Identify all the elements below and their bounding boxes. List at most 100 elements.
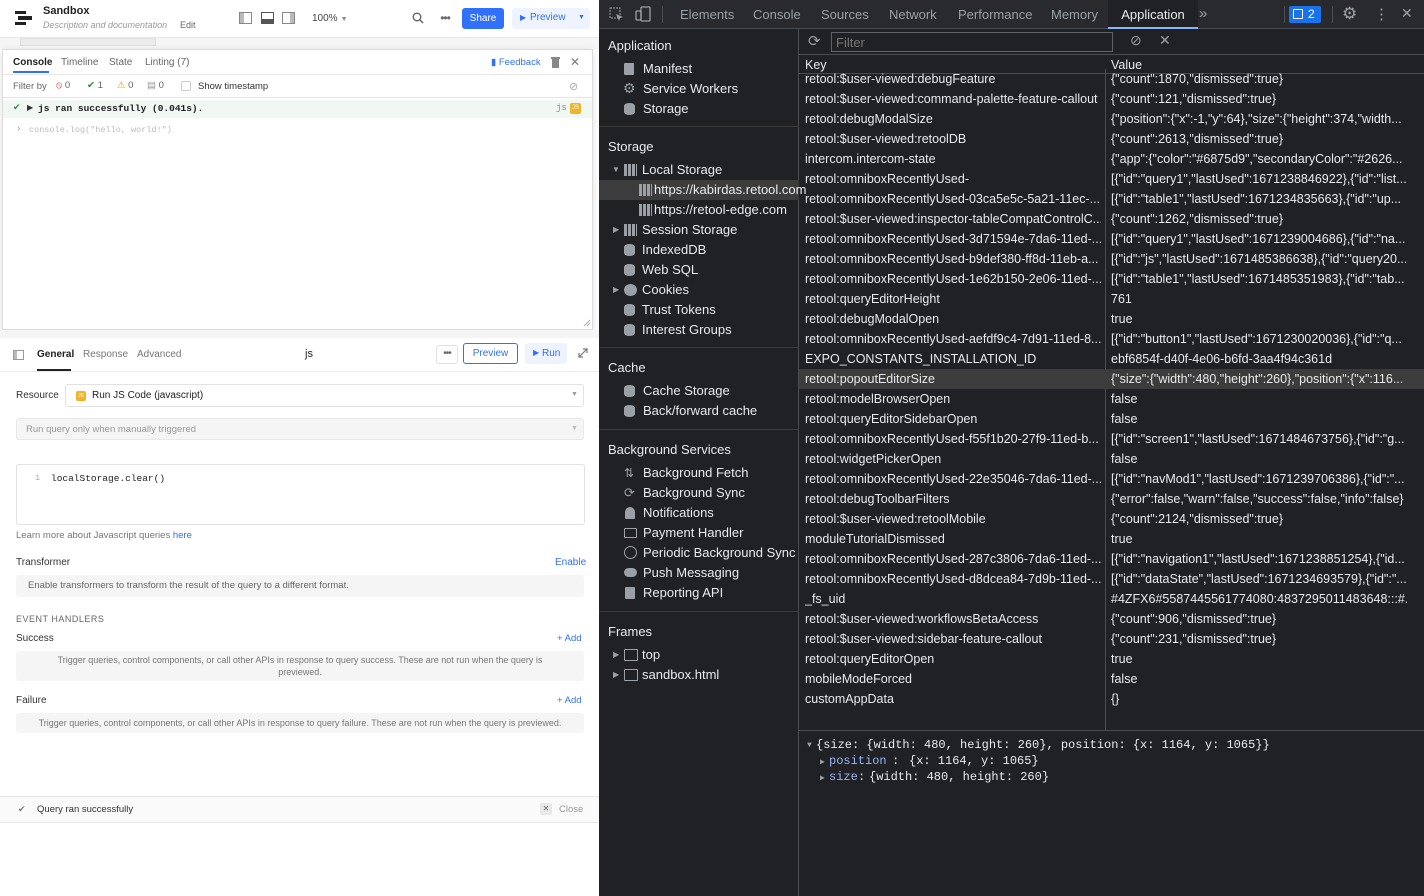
resize-handle-icon[interactable]	[583, 319, 591, 327]
table-row[interactable]: retool:omniboxRecentlyUsed-3d71594e-7da6…	[799, 229, 1424, 249]
show-timestamp-label[interactable]: Show timestamp	[198, 81, 268, 92]
table-row[interactable]: retool:$user-viewed:retoolMobile {"count"…	[799, 509, 1424, 529]
bottom-panel-toggle-icon[interactable]	[261, 12, 274, 24]
share-button[interactable]: Share	[462, 8, 504, 29]
row-value[interactable]: false	[1111, 389, 1407, 409]
table-row[interactable]: retool:modelBrowserOpen false	[799, 389, 1424, 409]
sidebar-item-payment-handler[interactable]: Payment Handler	[624, 523, 743, 543]
row-value[interactable]: [{"id":"navMod1","lastUsed":167123970638…	[1111, 469, 1407, 489]
warning-filter[interactable]: ⚠ 0	[117, 80, 133, 91]
row-value[interactable]: [{"id":"button1","lastUsed":167123002003…	[1111, 329, 1407, 349]
sidebar-item-notifications[interactable]: Notifications	[624, 503, 714, 523]
row-key[interactable]: retool:$user-viewed:command-palette-feat…	[805, 89, 1101, 109]
row-key[interactable]: retool:popoutEditorSize	[805, 369, 1101, 389]
row-key[interactable]: retool:$user-viewed:retoolMobile	[805, 509, 1101, 529]
table-row[interactable]: retool:$user-viewed:inspector-tableCompa…	[799, 209, 1424, 229]
sidebar-item-local-storage[interactable]: ▼ Local Storage	[612, 160, 722, 180]
tab-network[interactable]: Network	[889, 0, 937, 29]
table-row[interactable]: retool:widgetPickerOpen false	[799, 449, 1424, 469]
row-key[interactable]: retool:queryEditorSidebarOpen	[805, 409, 1101, 429]
row-value[interactable]: {"count":1870,"dismissed":true}	[1111, 69, 1407, 89]
caret-down-icon[interactable]: ▼	[807, 741, 812, 750]
query-name[interactable]: js	[305, 348, 313, 360]
table-row[interactable]: retool:$user-viewed:debugFeature {"count"…	[799, 69, 1424, 89]
row-key[interactable]: retool:queryEditorOpen	[805, 649, 1101, 669]
table-row[interactable]: retool:$user-viewed:workflowsBetaAccess {…	[799, 609, 1424, 629]
expand-icon[interactable]	[578, 348, 588, 358]
chevron-down-icon[interactable]: ▼	[578, 14, 585, 21]
issues-badge[interactable]: 2	[1289, 6, 1321, 23]
refresh-icon[interactable]: ⟳	[808, 32, 821, 50]
table-row[interactable]: retool:$user-viewed:retoolDB {"count":261…	[799, 129, 1424, 149]
table-row[interactable]: retool:debugToolbarFilters {"error":false…	[799, 489, 1424, 509]
close-icon[interactable]: ✕	[540, 803, 552, 815]
row-key[interactable]: retool:debugModalOpen	[805, 309, 1101, 329]
table-row[interactable]: moduleTutorialDismissed true	[799, 529, 1424, 549]
table-row[interactable]: EXPO_CONSTANTS_INSTALLATION_ID ebf6854f-d…	[799, 349, 1424, 369]
trigger-select[interactable]: Run query only when manually triggered ▼	[16, 418, 584, 440]
row-key[interactable]: retool:debugToolbarFilters	[805, 489, 1101, 509]
table-row[interactable]: retool:queryEditorOpen true	[799, 649, 1424, 669]
tab-sources[interactable]: Sources	[821, 0, 869, 29]
success-filter[interactable]: ✔ 1	[87, 80, 103, 91]
add-success-handler-button[interactable]: + Add	[557, 633, 582, 644]
sidebar-item-background-fetch[interactable]: ⇅ Background Fetch	[624, 463, 749, 483]
tab-console[interactable]: Console	[13, 57, 52, 68]
feedback-link[interactable]: ▮ Feedback	[491, 57, 541, 68]
row-key[interactable]: retool:omniboxRecentlyUsed-b9def380-ff8d…	[805, 249, 1101, 269]
table-row[interactable]: retool:queryEditorHeight 761	[799, 289, 1424, 309]
clear-all-icon[interactable]: ⊘	[1130, 32, 1142, 49]
row-key[interactable]: retool:$user-viewed:debugFeature	[805, 69, 1101, 89]
row-key[interactable]: retool:omniboxRecentlyUsed-d8dcea84-7d9b…	[805, 569, 1101, 589]
row-value[interactable]: [{"id":"query1","lastUsed":1671239004686…	[1111, 229, 1407, 249]
sidebar-item-background-sync[interactable]: ⟳ Background Sync	[624, 483, 745, 503]
preview-object[interactable]: {size: {width: 480, height: 260}, positi…	[816, 738, 1270, 752]
row-value[interactable]: [{"id":"screen1","lastUsed":167148467375…	[1111, 429, 1407, 449]
sidebar-item-interest-groups[interactable]: Interest Groups	[624, 320, 732, 340]
row-value[interactable]: {"count":2124,"dismissed":true}	[1111, 509, 1407, 529]
right-panel-toggle-icon[interactable]	[282, 12, 295, 24]
filter-input[interactable]	[831, 32, 1113, 52]
row-value[interactable]: [{"id":"query1","lastUsed":1671238846922…	[1111, 169, 1407, 189]
table-row[interactable]: retool:omniboxRecentlyUsed-22e35046-7da6…	[799, 469, 1424, 489]
row-key[interactable]: retool:omniboxRecentlyUsed-03ca5e5c-5a21…	[805, 189, 1101, 209]
sidebar-item-websql[interactable]: Web SQL	[624, 260, 698, 280]
row-key[interactable]: retool:omniboxRecentlyUsed-	[805, 169, 1101, 189]
row-value[interactable]: {"error":false,"warn":false,"success":fa…	[1111, 489, 1407, 509]
table-row[interactable]: retool:omniboxRecentlyUsed-287c3806-7da6…	[799, 549, 1424, 569]
caret-right-icon[interactable]: ▶	[820, 773, 825, 783]
left-panel-toggle-icon[interactable]	[239, 12, 252, 24]
row-value[interactable]: {"count":231,"dismissed":true}	[1111, 629, 1407, 649]
table-row[interactable]: retool:omniboxRecentlyUsed-f55f1b20-27f9…	[799, 429, 1424, 449]
sidebar-item-cache-storage[interactable]: Cache Storage	[624, 381, 730, 401]
sidebar-item-origin-retool-edge[interactable]: https://retool-edge.com	[639, 200, 787, 220]
log-tag[interactable]: js	[556, 103, 567, 113]
inspect-element-icon[interactable]	[609, 7, 624, 22]
table-row[interactable]: retool:popoutEditorSize {"size":{"width":…	[799, 369, 1424, 389]
more-tabs-icon[interactable]: »	[1199, 5, 1207, 22]
caret-right-icon[interactable]: ▶	[613, 220, 619, 240]
row-value[interactable]: [{"id":"dataState","lastUsed":1671234693…	[1111, 569, 1407, 589]
table-row[interactable]: mobileModeForced false	[799, 669, 1424, 689]
table-row[interactable]: retool:omniboxRecentlyUsed-d8dcea84-7d9b…	[799, 569, 1424, 589]
table-row[interactable]: retool:$user-viewed:sidebar-feature-call…	[799, 629, 1424, 649]
row-key[interactable]: retool:$user-viewed:retoolDB	[805, 129, 1101, 149]
sidebar-item-trust-tokens[interactable]: Trust Tokens	[624, 300, 716, 320]
tab-state[interactable]: State	[109, 57, 132, 68]
tab-general[interactable]: General	[37, 349, 74, 360]
disable-icon[interactable]: ⊘	[569, 80, 578, 93]
row-value[interactable]: false	[1111, 669, 1407, 689]
sidebar-item-bfcache[interactable]: Back/forward cache	[624, 401, 757, 421]
row-value[interactable]: {"count":906,"dismissed":true}	[1111, 609, 1407, 629]
row-key[interactable]: retool:omniboxRecentlyUsed-f55f1b20-27f9…	[805, 429, 1101, 449]
row-key[interactable]: retool:$user-viewed:workflowsBetaAccess	[805, 609, 1101, 629]
table-row[interactable]: retool:omniboxRecentlyUsed- [{"id":"query…	[799, 169, 1424, 189]
row-value[interactable]: {"count":2613,"dismissed":true}	[1111, 129, 1407, 149]
caret-right-icon[interactable]: ▶	[613, 665, 619, 685]
query-list-toggle-icon[interactable]	[13, 350, 24, 360]
tab-linting[interactable]: Linting (7)	[145, 57, 189, 68]
table-row[interactable]: intercom.intercom-state {"app":{"color":"…	[799, 149, 1424, 169]
row-key[interactable]: retool:$user-viewed:sidebar-feature-call…	[805, 629, 1101, 649]
console-input[interactable]: console.log("hello, world!")	[29, 125, 172, 135]
preview-button[interactable]: ▶ Preview ▼	[512, 8, 590, 29]
